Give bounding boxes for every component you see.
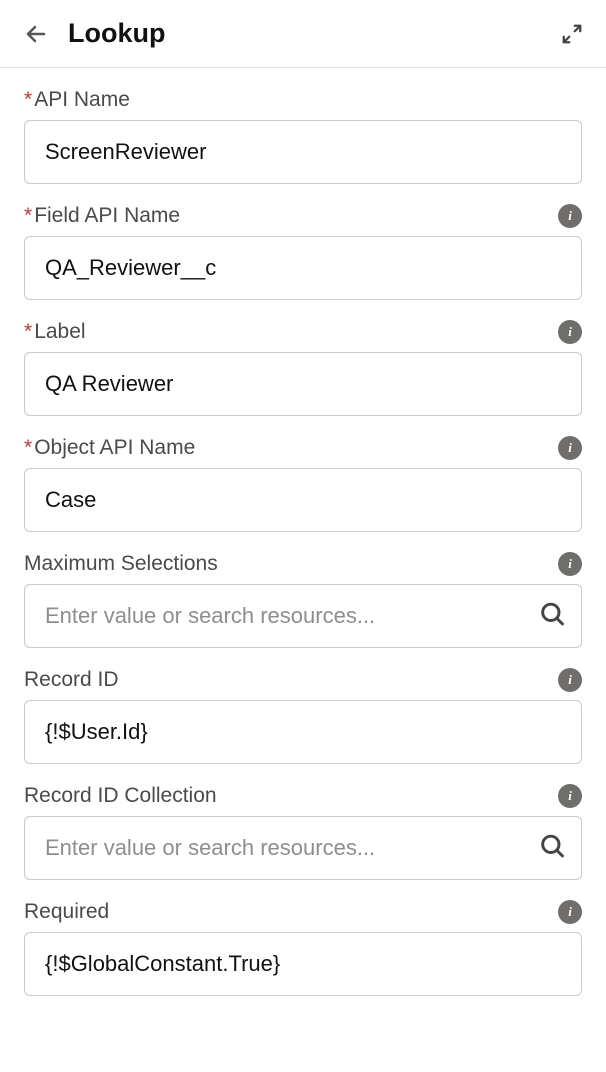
expand-button[interactable]: [560, 22, 584, 46]
arrow-left-icon: [24, 22, 48, 46]
field-record-id-collection: Record ID Collection i: [24, 784, 582, 880]
field-label: Record ID: [24, 668, 119, 692]
form: *API Name *Field API Name i *Label i *Ob…: [0, 68, 606, 1036]
required-mark: *: [24, 204, 32, 227]
info-icon[interactable]: i: [558, 900, 582, 924]
info-icon[interactable]: i: [558, 320, 582, 344]
search-wrap: [24, 816, 582, 880]
field-required: Required i: [24, 900, 582, 996]
info-icon[interactable]: i: [558, 552, 582, 576]
api-name-label: API Name: [34, 88, 130, 111]
field-label-field: *Label i: [24, 320, 582, 416]
info-icon[interactable]: i: [558, 204, 582, 228]
field-object-api-name: *Object API Name i: [24, 436, 582, 532]
field-label: Record ID Collection: [24, 784, 217, 808]
field-label: *Label: [24, 320, 86, 344]
max-selections-label: Maximum Selections: [24, 552, 218, 575]
field-label: *Field API Name: [24, 204, 180, 228]
info-icon[interactable]: i: [558, 784, 582, 808]
required-label: Required: [24, 900, 109, 923]
record-id-input[interactable]: [24, 700, 582, 764]
field-api-name-input[interactable]: [24, 236, 582, 300]
field-label: Maximum Selections: [24, 552, 218, 576]
max-selections-input[interactable]: [24, 584, 582, 648]
object-api-name-input[interactable]: [24, 468, 582, 532]
required-input[interactable]: [24, 932, 582, 996]
field-api-name-label: Field API Name: [34, 204, 180, 227]
label-label: Label: [34, 320, 85, 343]
back-button[interactable]: [22, 20, 50, 48]
required-mark: *: [24, 436, 32, 459]
record-id-collection-label: Record ID Collection: [24, 784, 217, 807]
info-icon[interactable]: i: [558, 668, 582, 692]
field-field-api-name: *Field API Name i: [24, 204, 582, 300]
required-mark: *: [24, 88, 32, 111]
api-name-input[interactable]: [24, 120, 582, 184]
header-left: Lookup: [22, 18, 165, 49]
info-icon[interactable]: i: [558, 436, 582, 460]
required-mark: *: [24, 320, 32, 343]
field-label: Required: [24, 900, 109, 924]
record-id-collection-input[interactable]: [24, 816, 582, 880]
field-max-selections: Maximum Selections i: [24, 552, 582, 648]
field-label: *API Name: [24, 88, 130, 112]
page-title: Lookup: [68, 18, 165, 49]
record-id-label: Record ID: [24, 668, 119, 691]
field-api-name: *API Name: [24, 88, 582, 184]
header: Lookup: [0, 0, 606, 68]
object-api-name-label: Object API Name: [34, 436, 195, 459]
field-label: *Object API Name: [24, 436, 195, 460]
expand-icon: [561, 23, 583, 45]
field-record-id: Record ID i: [24, 668, 582, 764]
label-input[interactable]: [24, 352, 582, 416]
search-wrap: [24, 584, 582, 648]
